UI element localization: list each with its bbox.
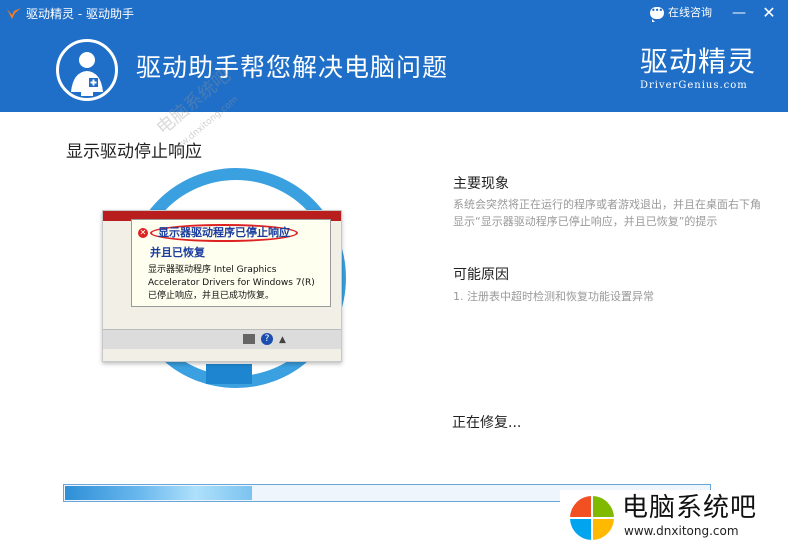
brand-logo: 驱动精灵 DriverGenius.com: [640, 44, 766, 102]
balloon-subtitle: 并且已恢复: [150, 246, 205, 259]
brand-name: 驱动精灵: [640, 45, 757, 78]
tray-icon: [243, 334, 255, 344]
symptom-heading: 主要现象: [453, 176, 509, 192]
problem-illustration: ✕ 显示器驱动程序已停止响应 并且已恢复 显示器驱动程序 Intel Graph…: [100, 160, 350, 400]
site-watermark: 电脑系统吧 www.dnxitong.com: [560, 490, 788, 544]
monitor-stand: [206, 364, 252, 384]
balloon-line-3: 已停止响应，并且已成功恢复。: [148, 291, 275, 301]
progress-fill: [65, 486, 252, 500]
online-consult-link[interactable]: 在线咨询: [650, 3, 712, 22]
header-banner: 驱动助手帮您解决电脑问题 驱动精灵 DriverGenius.com: [0, 28, 788, 112]
chat-bubble-icon: [650, 3, 664, 22]
window-title: 驱动精灵 - 驱动助手: [26, 7, 134, 21]
help-icon: ?: [261, 333, 273, 345]
cause-text: 1. 注册表中超时检测和恢复功能设置异常: [453, 290, 654, 303]
watermark-site-name: 电脑系统吧: [622, 493, 758, 523]
title-bar: 驱动精灵 - 驱动助手 在线咨询 — ✕: [0, 0, 788, 28]
balloon-title: 显示器驱动程序已停止响应: [150, 224, 298, 242]
banner-title: 驱动助手帮您解决电脑问题: [136, 53, 449, 82]
watermark-site-url: www.dnxitong.com: [624, 524, 739, 538]
online-consult-label: 在线咨询: [668, 6, 712, 19]
brand-url: DriverGenius.com: [640, 80, 748, 91]
screenshot-taskbar: ? ▲: [103, 329, 341, 349]
doctor-icon: [56, 39, 118, 101]
minimize-button[interactable]: —: [730, 4, 748, 22]
balloon-line-1: 显示器驱动程序 Intel Graphics: [148, 265, 277, 275]
tray-arrow-icon: ▲: [279, 335, 286, 345]
cause-heading: 可能原因: [453, 267, 509, 283]
close-button[interactable]: ✕: [760, 4, 778, 22]
repairing-status: 正在修复...: [452, 415, 522, 431]
windows-logo-icon: [570, 496, 614, 540]
error-screenshot: ✕ 显示器驱动程序已停止响应 并且已恢复 显示器驱动程序 Intel Graph…: [102, 210, 342, 362]
error-balloon: ✕ 显示器驱动程序已停止响应 并且已恢复 显示器驱动程序 Intel Graph…: [131, 219, 331, 307]
error-icon: ✕: [138, 228, 148, 238]
symptom-text: 系统会突然将正在运行的程序或者游戏退出，并且在桌面右下角显示“显示器驱动程序已停…: [453, 198, 761, 228]
app-logo-icon: [7, 8, 21, 19]
balloon-line-2: Accelerator Drivers for Windows 7(R): [148, 278, 315, 288]
